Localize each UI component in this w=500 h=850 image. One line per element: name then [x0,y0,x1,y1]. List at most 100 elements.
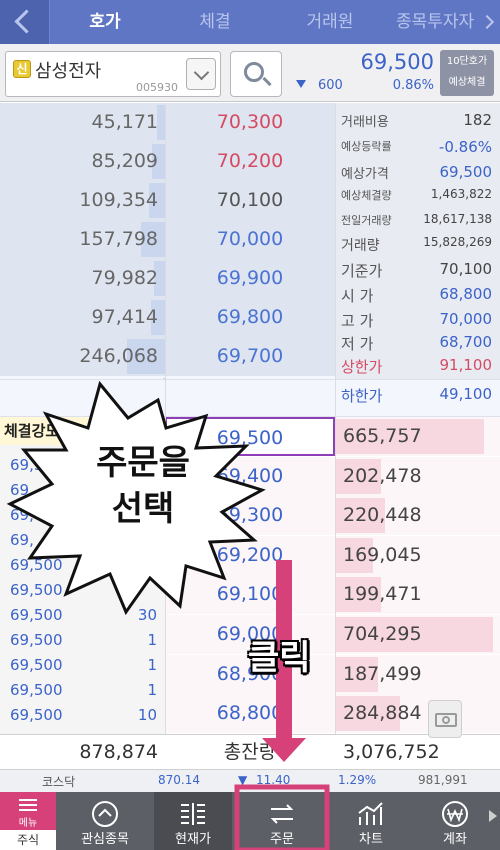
bid-price[interactable]: 69,500 [165,417,335,456]
nav-current-price-label: 현재가 [175,832,211,847]
back-button[interactable] [0,0,50,44]
ask-price[interactable]: 70,000 [165,220,335,259]
nav-account-label: 계좌 [443,832,467,847]
ask-row[interactable]: 109,354 70,100 [0,181,335,220]
index-name: 코스닥 [42,775,76,789]
tick-price: 69,500 [10,656,63,674]
index-change: 11.40 [256,773,291,787]
index-down-arrow-icon: ▼ [238,773,248,787]
price-change: 600 [318,78,343,93]
chevron-down-icon[interactable] [186,58,216,90]
ask-volume: 157,798 [79,228,158,250]
quote-info-value: 15,828,269 [423,235,492,249]
tick-price: 69,500 [10,581,63,599]
ask-row[interactable]: 79,982 69,900 [0,259,335,298]
bid-row[interactable]: 69,200 169,045 [165,535,500,575]
ask-row[interactable]: 246,068 69,700 [0,337,335,376]
bid-price[interactable]: 69,400 [165,457,335,496]
stock-category-tab[interactable]: 주식 [0,830,56,850]
tick-row: 69, [0,503,165,527]
bid-price[interactable]: 69,300 [165,496,335,535]
ask-volume: 246,068 [79,345,158,367]
bid-row[interactable]: 69,400 202,478 [165,456,500,496]
quote-info-value: 49,100 [439,385,493,403]
bid-row[interactable]: 69,500 665,757 [165,417,500,456]
bid-row[interactable]: 69,000 704,295 [165,615,500,654]
nav-chart-label: 차트 [359,832,383,847]
ask-row[interactable]: 97,414 69,800 [0,298,335,337]
quote-info-label: 고 가 [341,312,374,330]
quote-info-label: 예상체결량 [341,189,392,202]
nav-current-price[interactable]: 현재가 [154,792,232,850]
bid-price[interactable]: 68,900 [165,655,335,694]
bid-volume: 220,448 [343,504,422,527]
market-ticker[interactable]: 코스닥 870.14 ▼ 11.40 1.29% 981,991 [0,770,500,792]
ask-price[interactable]: 69,900 [165,259,335,298]
tick-row: 69,500 1 [0,653,165,677]
tick-row: 69,500 1 [0,628,165,652]
tab-brokers[interactable]: 거래원 [270,0,390,44]
tick-qty: 10 [137,706,157,724]
ask-price[interactable]: 70,200 [165,142,335,181]
bid-volume: 284,884 [343,702,422,725]
nav-more-arrow-icon[interactable] [489,810,497,822]
ask-price[interactable]: 70,100 [165,181,335,220]
nav-chart[interactable]: 차트 [332,792,410,850]
tick-price: 69,500 [10,631,63,649]
stock-selector[interactable]: 신 삼성전자 005930 [5,51,221,97]
ask-volume: 45,171 [91,111,158,133]
stock-name: 삼성전자 [35,61,102,82]
price-change-rate: 0.86% [392,78,434,93]
book-mode-button[interactable]: 10단호가 예상체결 [440,50,494,96]
bid-volume: 169,045 [343,543,422,566]
nav-watchlist[interactable]: 관심종목 [56,792,154,850]
nav-account[interactable]: 계좌 [410,792,500,850]
quote-info-label: 시 가 [341,287,374,305]
quote-info-value: 18,617,138 [423,212,492,226]
tab-trades[interactable]: 체결 [160,0,270,44]
tick-qty: 30 [137,606,157,624]
bid-volume: 199,471 [343,583,422,606]
bid-price[interactable]: 69,200 [165,536,335,575]
quote-info-value: 182 [463,111,492,129]
index-volume: 981,991 [418,773,468,787]
ask-price[interactable]: 69,700 [165,337,335,376]
bid-price[interactable]: 68,800 [165,694,335,733]
ask-price[interactable]: 69,800 [165,298,335,337]
quote-info-label: 거래량 [341,238,380,254]
ask-row[interactable]: 157,798 70,000 [0,220,335,259]
tick-price: 69,500 [10,706,63,724]
quote-info-value: 91,100 [439,356,493,374]
search-icon [244,62,264,82]
bid-price[interactable]: 69,000 [165,615,335,654]
camera-icon[interactable] [428,700,462,738]
tick-row: 69,500 30 [0,603,165,627]
bid-row[interactable]: 68,900 187,499 [165,654,500,694]
ask-volume: 85,209 [91,150,158,172]
ask-row[interactable]: 45,171 70,300 [0,103,335,142]
bid-price[interactable]: 69,100 [165,575,335,614]
quote-info-label: 예상가격 [341,167,389,182]
quote-info-label: 저 가 [341,335,374,353]
nav-order[interactable]: 주문 [232,792,332,850]
bid-row[interactable]: 69,300 220,448 [165,496,500,536]
search-button[interactable] [230,51,282,97]
tick-price: 69, [10,531,34,549]
ask-row[interactable]: 85,209 70,200 [0,142,335,181]
execution-ticks: 체결강도 69,5 69, 69, 69, 69,500 69,500 69,500 30 69… [0,417,165,734]
down-arrow-icon [296,80,306,88]
quote-info-label: 전일거래량 [341,214,392,227]
tab-quote[interactable]: 호가 [50,0,160,44]
tick-row: 69,500 1 [0,678,165,702]
total-label: 총잔량 [223,741,277,763]
current-price-icon [181,803,205,825]
bid-row[interactable]: 69,100 199,471 [165,575,500,615]
order-book: 45,171 70,300 85,209 70,200 109,354 70,100 157… [0,103,500,770]
quote-info-label: 상한가 [341,358,383,376]
stock-code: 005930 [136,81,178,94]
watchlist-icon [92,801,118,827]
bottom-navigation: 메뉴 주식 관심종목 현재가 주문 차트 계좌 [0,792,500,850]
tab-investors[interactable]: 종목투자자 [390,0,500,44]
ask-price[interactable]: 70,300 [165,103,335,142]
tick-qty: 1 [147,631,157,649]
